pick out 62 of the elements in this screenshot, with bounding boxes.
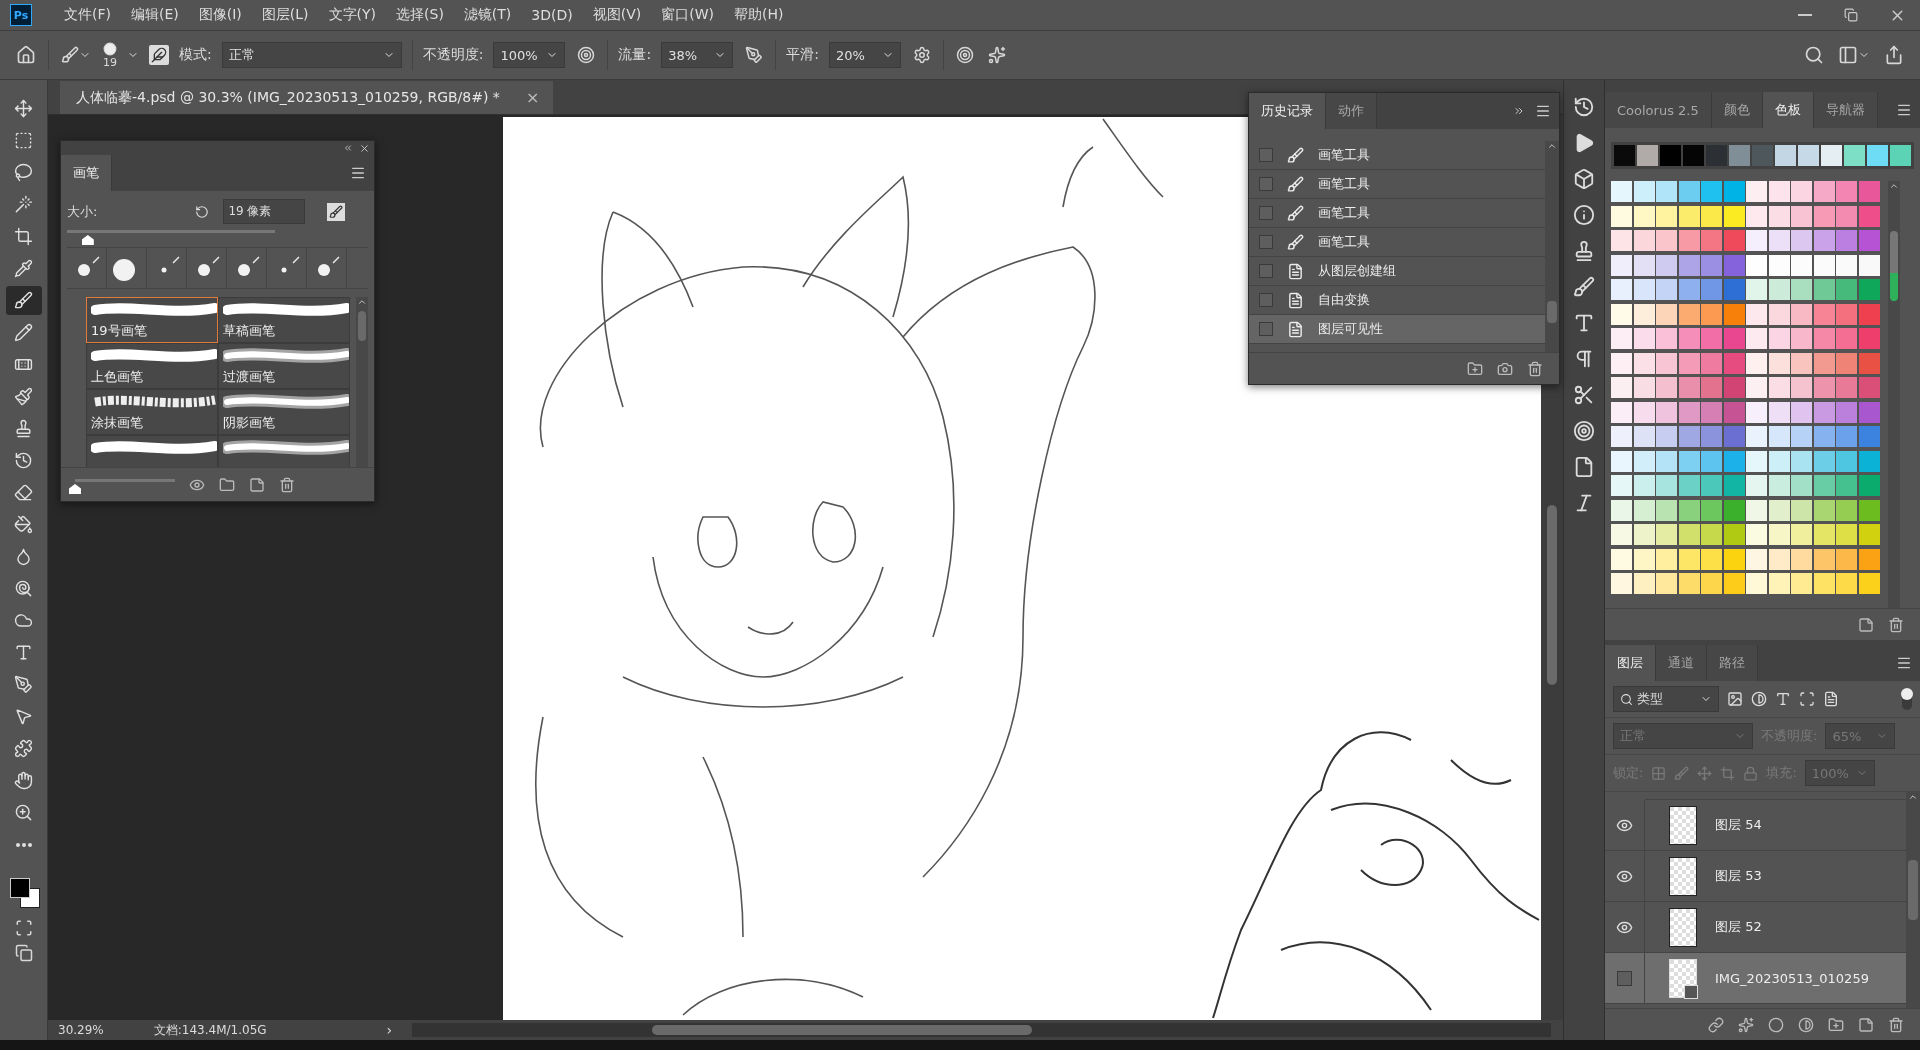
brush-size-value: 19	[103, 55, 117, 69]
layer-name: 图层 53	[1715, 867, 1762, 885]
menu-item[interactable]: 选择(S)	[386, 6, 454, 24]
layer-filter-dropdown[interactable]: 类型	[1613, 686, 1719, 712]
menu-item[interactable]: 文字(Y)	[318, 6, 387, 24]
status-menu-arrow[interactable]: ›	[376, 1022, 403, 1038]
history-item[interactable]: 画笔工具	[1249, 199, 1545, 228]
panel-tab[interactable]: 色板	[1762, 92, 1814, 128]
panel-tab[interactable]: 通道	[1656, 645, 1707, 681]
brush-preset[interactable]: 阴影画笔	[218, 389, 350, 435]
layer-name: 图层 54	[1715, 816, 1762, 834]
history-item[interactable]: 自由变换	[1249, 286, 1545, 315]
opacity-field[interactable]: 100%	[493, 42, 566, 68]
menu-item[interactable]: 编辑(E)	[121, 6, 189, 24]
panel-tab[interactable]: 动作	[1326, 93, 1377, 129]
brush-preset[interactable]: 涂抹画笔	[86, 389, 218, 435]
flow-field[interactable]: 38%	[661, 42, 734, 68]
brush-size-picker[interactable]: 19	[103, 41, 117, 69]
panel-tab[interactable]: 画笔	[61, 155, 112, 191]
document-size: 文档:143.4M/1.05G	[152, 1021, 268, 1039]
menu-item[interactable]: 3D(D)	[521, 7, 583, 23]
history-item[interactable]: 图层可见性	[1249, 315, 1545, 344]
app-logo: Ps	[10, 4, 32, 26]
brush-preset[interactable]: 草稿画笔	[218, 297, 350, 343]
tab-close-button[interactable]: ×	[525, 88, 540, 107]
history-item[interactable]: 画笔工具	[1249, 170, 1545, 199]
menu-item[interactable]: 帮助(H)	[724, 6, 794, 24]
layer-name: IMG_20230513_010259	[1715, 970, 1869, 986]
smoothing-label: 平滑:	[786, 46, 819, 64]
layer-row[interactable]: 图层 54	[1605, 800, 1906, 851]
document-tab[interactable]: 人体临摹-4.psd @ 30.3% (IMG_20230513_010259, RGB/8#) * ×	[60, 81, 554, 114]
brush-preset[interactable]: 过渡画笔	[218, 343, 350, 389]
panel-tab[interactable]: 图层	[1605, 645, 1656, 681]
layer-row[interactable]: 图层 53	[1605, 851, 1906, 902]
layer-row[interactable]: 图层 52	[1605, 902, 1906, 953]
history-item[interactable]: 画笔工具	[1249, 228, 1545, 257]
layer-name: 图层 52	[1715, 918, 1762, 936]
mode-label: 模式:	[179, 46, 212, 64]
menu-item[interactable]: 滤镜(T)	[453, 6, 522, 24]
menu-item[interactable]: 文件(F)	[54, 6, 121, 24]
zoom-level: 30.29%	[57, 1023, 105, 1037]
size-label: 大小:	[67, 202, 98, 221]
menu-item[interactable]: 图层(L)	[251, 6, 319, 24]
history-item[interactable]: 从图层创建组	[1249, 257, 1545, 286]
panel-tab[interactable]: Coolorus 2.5	[1605, 92, 1712, 128]
document-title: 人体临摹-4.psd @ 30.3% (IMG_20230513_010259, RGB/8#) *	[76, 88, 500, 107]
panel-tab[interactable]: 颜色	[1711, 92, 1763, 128]
brush-preset[interactable]: 19号画笔	[86, 297, 218, 343]
brush-preset[interactable]: 上色画笔	[86, 343, 218, 389]
history-item[interactable]: 画笔工具	[1249, 141, 1545, 170]
panel-tab[interactable]: 导航器	[1813, 92, 1878, 128]
panel-tab[interactable]: 路径	[1707, 645, 1758, 681]
size-field[interactable]: 19 像素	[223, 199, 306, 224]
panel-tab[interactable]: 历史记录	[1249, 93, 1326, 129]
menu-item[interactable]: 视图(V)	[582, 6, 652, 24]
layer-row[interactable]: IMG_20230513_010259	[1605, 953, 1906, 1004]
opacity-label: 不透明度:	[422, 46, 484, 64]
flow-label: 流量:	[618, 46, 652, 64]
menu-item[interactable]: 窗口(W)	[651, 6, 725, 24]
menu-item[interactable]: 图像(I)	[188, 6, 252, 24]
smoothing-field[interactable]: 20%	[828, 42, 901, 68]
mode-dropdown[interactable]: 正常	[221, 42, 402, 68]
